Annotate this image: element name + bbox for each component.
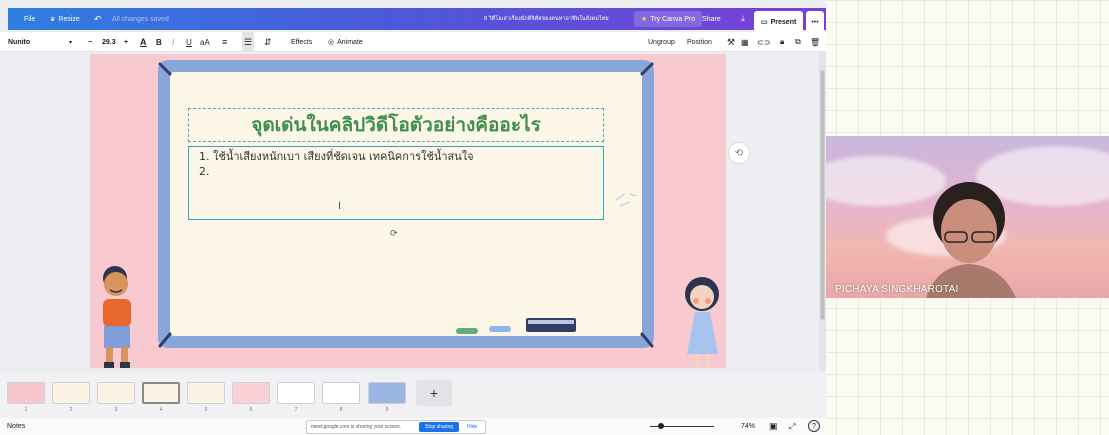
girl-illustration: [685, 277, 719, 366]
text-cursor-icon: I: [338, 200, 342, 212]
save-status: All changes saved: [112, 15, 169, 23]
italic-button[interactable]: I: [172, 32, 174, 52]
add-page-button[interactable]: +: [416, 380, 452, 406]
help-button[interactable]: ?: [808, 420, 820, 432]
letter-case-button[interactable]: aA: [200, 32, 210, 52]
participant-silhouette: [926, 182, 1016, 298]
resize-label: Resize: [58, 15, 80, 23]
shared-screen: File ♛ Resize ↶ All changes saved 8 วิดี…: [0, 0, 826, 435]
page-number: 1: [24, 407, 28, 413]
canva-top-bar: File ♛ Resize ↶ All changes saved 8 วิดี…: [8, 8, 826, 33]
page-thumbnail[interactable]: [368, 382, 406, 404]
page-number: 5: [204, 407, 208, 413]
refresh-icon[interactable]: ⟲: [729, 143, 749, 163]
paint-format-icon[interactable]: ⚒: [727, 32, 735, 52]
share-button[interactable]: Share: [702, 8, 721, 30]
share-banner-text: meet.google.com is sharing your screen.: [311, 424, 402, 430]
font-size-decrease-button[interactable]: −: [88, 32, 92, 52]
page-thumbnail[interactable]: [232, 382, 270, 404]
font-family-select[interactable]: Nunito: [8, 32, 30, 52]
present-label: Present: [770, 18, 797, 26]
transparency-icon[interactable]: ▦: [741, 32, 749, 52]
slide[interactable]: จุดเด่นในคลิปวิดีโอตัวอย่างคืออะไร 1. ใช…: [90, 54, 726, 368]
text-toolbar: Nunito ▾ − 29.3 + A B I U aA ≡ ☰ ⇵ Effec…: [0, 32, 826, 52]
crown-icon: ♛: [50, 16, 56, 23]
link-icon[interactable]: ⊂⊃: [757, 32, 770, 52]
page-thumbnail[interactable]: [97, 382, 135, 404]
page-thumbnail[interactable]: [277, 382, 315, 404]
position-button[interactable]: Position: [687, 32, 712, 52]
body-line-2[interactable]: 2.: [199, 164, 593, 179]
list-icon[interactable]: ☰: [242, 32, 255, 52]
present-screen-icon: ▭: [761, 19, 768, 26]
present-button[interactable]: ▭ Present: [754, 11, 804, 33]
animate-icon: ◎: [328, 39, 335, 46]
animate-button[interactable]: ◎ Animate: [328, 32, 363, 52]
page-thumbnail[interactable]: [187, 382, 225, 404]
underline-button[interactable]: U: [186, 32, 192, 52]
participant-name: PICHAYA SINGKHAROTAI: [835, 284, 959, 295]
duplicate-icon[interactable]: ⧉: [795, 32, 801, 52]
file-menu[interactable]: File: [24, 8, 35, 30]
page-thumbnail-active[interactable]: [142, 382, 180, 404]
bold-button[interactable]: B: [156, 32, 162, 52]
page-thumbnail[interactable]: [52, 382, 90, 404]
page-number: 9: [385, 407, 389, 413]
title-text-box[interactable]: จุดเด่นในคลิปวิดีโอตัวอย่างคืออะไร: [188, 108, 604, 142]
page-number: 7: [294, 407, 298, 413]
vertical-scrollbar[interactable]: [819, 52, 826, 370]
rotate-handle-icon[interactable]: ⟳: [390, 228, 398, 239]
body-text-box[interactable]: 1. ใช้น้ำเสียงหนักเบา เสียงที่ชัดเจน เทค…: [188, 146, 604, 220]
scrollbar-thumb[interactable]: [820, 70, 825, 320]
star-icon: ★: [641, 16, 648, 23]
effects-button[interactable]: Effects: [291, 32, 312, 52]
text-color-button[interactable]: A: [140, 32, 147, 52]
zoom-level[interactable]: 74%: [741, 418, 755, 435]
more-options-button[interactable]: •••: [806, 11, 824, 33]
participant-video[interactable]: PICHAYA SINGKHAROTAI: [826, 136, 1109, 298]
slide-title[interactable]: จุดเด่นในคลิปวิดีโอตัวอย่างคืออะไร: [251, 110, 541, 140]
line-spacing-icon[interactable]: ⇵: [264, 32, 272, 52]
trash-icon[interactable]: 🗑︎: [810, 32, 820, 52]
align-left-icon[interactable]: ≡: [222, 32, 227, 52]
resize-menu[interactable]: ♛ Resize: [50, 8, 80, 30]
lock-icon[interactable]: 🔒︎: [780, 32, 784, 52]
boy-illustration: [103, 266, 131, 368]
page-number: 4: [159, 407, 163, 413]
hide-banner-button[interactable]: Hide: [467, 422, 477, 432]
font-size-input[interactable]: 29.3: [102, 32, 116, 52]
notes-button[interactable]: Notes: [7, 418, 25, 435]
try-canva-pro-label: Try Canva Pro: [650, 15, 696, 23]
page-number: 2: [69, 407, 73, 413]
page-thumbnails: 1 2 3 4 5 6 7 8 9 +: [0, 374, 826, 418]
document-title[interactable]: 8 วิดีโอเล่าเรื่องนักดิจิทัลของคนหาอาชีพ…: [484, 8, 609, 30]
fullscreen-icon[interactable]: ⤢: [789, 418, 795, 435]
try-canva-pro-button[interactable]: ★ Try Canva Pro: [634, 11, 703, 27]
page-thumbnail[interactable]: [322, 382, 360, 404]
page-number: 3: [114, 407, 118, 413]
page-grid-icon[interactable]: ▣: [769, 418, 778, 435]
page-number: 8: [339, 407, 343, 413]
animate-label: Animate: [337, 38, 363, 46]
ungroup-button[interactable]: Ungroup: [648, 32, 675, 52]
body-line-1[interactable]: 1. ใช้น้ำเสียงหนักเบา เสียงที่ชัดเจน เทค…: [199, 149, 593, 164]
zoom-slider[interactable]: [650, 418, 714, 435]
stop-sharing-button[interactable]: Stop sharing: [419, 422, 460, 432]
screen-share-banner: meet.google.com is sharing your screen. …: [306, 420, 486, 434]
font-size-increase-button[interactable]: +: [124, 32, 128, 52]
download-icon[interactable]: ⤓: [734, 8, 752, 30]
page-number: 6: [249, 407, 253, 413]
chevron-down-icon[interactable]: ▾: [69, 32, 72, 52]
undo-icon[interactable]: ↶: [94, 8, 102, 30]
page-thumbnail[interactable]: [7, 382, 45, 404]
